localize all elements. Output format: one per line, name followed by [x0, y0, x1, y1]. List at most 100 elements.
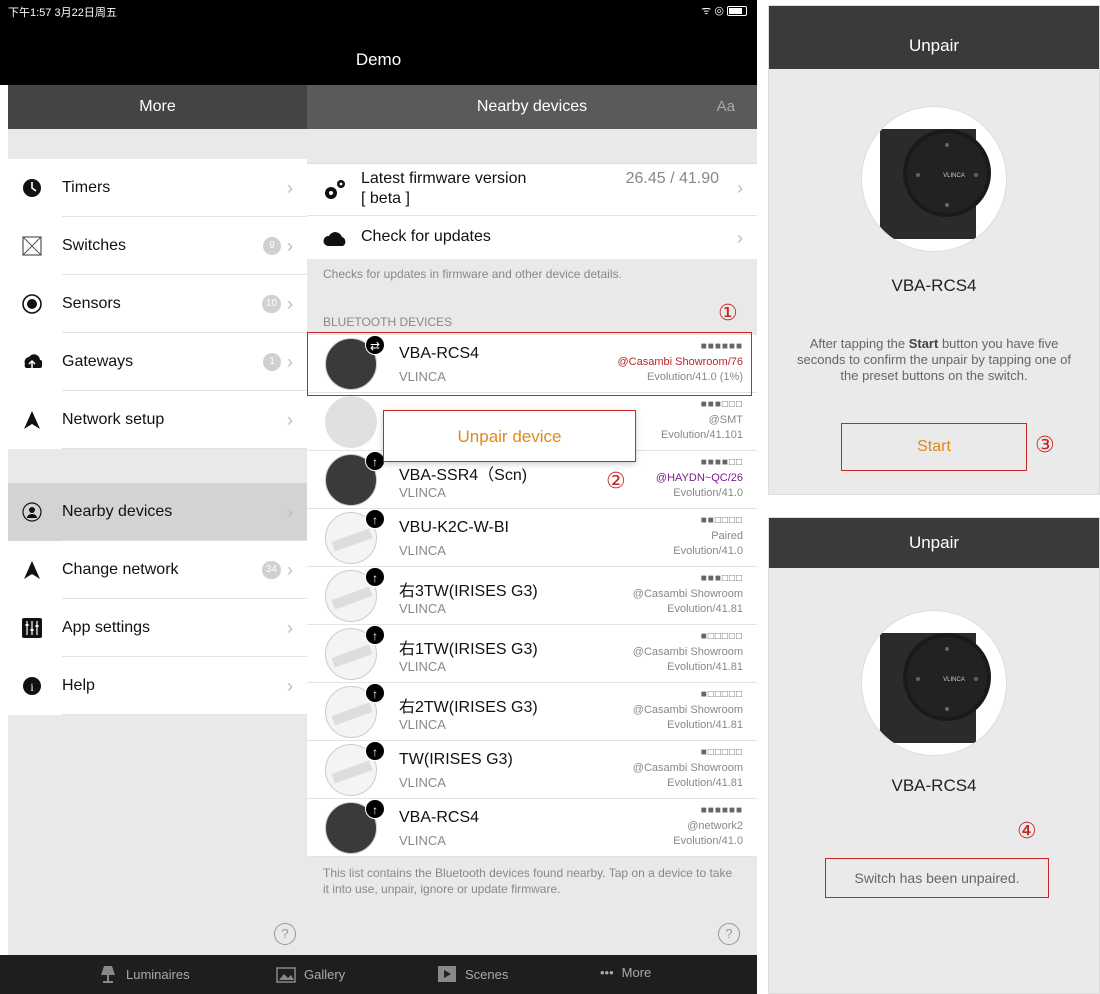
device-network: @network2 [687, 820, 743, 832]
device-network: @Casambi Showroom [632, 646, 743, 658]
status-bar: 下午1:57 3月22日周五 ᯤ ◎ [0, 0, 757, 20]
menu-item-change-network[interactable]: Change network 34 › [8, 541, 307, 599]
signal-strength: ■□□□□□ [700, 631, 743, 642]
device-vendor: VLINCA [399, 717, 446, 732]
menu-label: Help [62, 677, 95, 694]
device-row[interactable]: ⇄ VBA-RCS4 VLINCA ■■■■■■ @Casambi Showro… [307, 335, 757, 393]
firmware-row[interactable]: Latest firmware version [ beta ] 26.45 /… [307, 163, 757, 215]
settings-icon [22, 618, 42, 638]
tab-label: More [621, 965, 652, 980]
step-marker-1: ① [718, 300, 738, 325]
tab-more[interactable]: ••• More [600, 965, 651, 980]
device-vendor: VLINCA [399, 775, 446, 790]
device-name: 右2TW(IRISES G3) [399, 699, 538, 716]
menu-item-help[interactable]: i Help › [8, 657, 307, 715]
device-name: VBU-K2C-W-BI [399, 519, 509, 536]
chevron-right-icon: › [287, 410, 293, 430]
update-arrow-icon: ↑ [365, 799, 385, 819]
more-pane: More Timers › Switches 9 › Sensors 10 › [8, 85, 307, 955]
clock-icon [22, 178, 42, 198]
chevron-right-icon: › [287, 618, 293, 638]
count-badge: 9 [263, 237, 281, 255]
count-badge: 34 [261, 561, 281, 579]
menu-label: Nearby devices [62, 503, 173, 520]
tab-bar: Luminaires Gallery Scenes ••• More [0, 955, 757, 994]
scenes-icon [437, 965, 457, 983]
panel-title: Unpair [769, 6, 1099, 69]
device-network: @SMT [708, 414, 743, 426]
menu-item-gateways[interactable]: Gateways 1 › [8, 333, 307, 391]
menu-item-sensors[interactable]: Sensors 10 › [8, 275, 307, 333]
panel-instructions: After tapping the Start button you have … [797, 336, 1071, 383]
count-badge: 1 [263, 353, 281, 371]
help-question-icon[interactable]: ? [718, 923, 740, 945]
tab-label: Scenes [465, 966, 509, 982]
device-name: VBA-RCS4 [399, 809, 480, 826]
device-firmware: Evolution/41.0 [673, 835, 743, 847]
help-question-icon[interactable]: ? [274, 923, 296, 945]
signal-strength: ■□□□□□ [700, 689, 743, 700]
device-name: 右3TW(IRISES G3) [399, 583, 538, 600]
menu-item-app-settings[interactable]: App settings › [8, 599, 307, 657]
menu-item-nearby-devices[interactable]: Nearby devices › [8, 483, 307, 541]
signal-strength: ■■■■■■ [700, 805, 743, 816]
firmware-beta: [ beta ] [361, 190, 410, 207]
firmware-version: 26.45 / 41.90 [625, 170, 719, 187]
device-row[interactable]: ↑ 右3TW(IRISES G3) VLINCA ■■■□□□ @Casambi… [307, 567, 757, 625]
device-firmware: Evolution/41.81 [667, 661, 743, 673]
menu-item-switches[interactable]: Switches 9 › [8, 217, 307, 275]
update-arrow-icon: ↑ [365, 683, 385, 703]
network-icon [22, 410, 42, 430]
chevron-right-icon: › [737, 178, 743, 198]
switch-photo: VLINCA [861, 610, 1007, 756]
more-header: More [8, 85, 307, 129]
step-marker-2: ② [606, 468, 626, 493]
device-row[interactable]: ↑ VBU-K2C-W-BI VLINCA ■■□□□□ Paired Evol… [307, 509, 757, 567]
device-network: Paired [711, 530, 743, 542]
device-firmware: Evolution/41.0 (1%) [647, 371, 743, 383]
tab-gallery[interactable]: Gallery [276, 965, 345, 983]
tab-luminaires[interactable]: Luminaires [98, 965, 190, 983]
menu-label: App settings [62, 619, 151, 636]
device-row[interactable]: ↑ 右2TW(IRISES G3) VLINCA ■□□□□□ @Casambi… [307, 683, 757, 741]
sensor-icon [22, 294, 42, 314]
app-header: Demo [0, 20, 757, 85]
menu-item-network-setup[interactable]: Network setup › [8, 391, 307, 449]
device-vendor: VLINCA [399, 369, 446, 384]
start-button[interactable]: Start [841, 423, 1027, 471]
device-vendor: VLINCA [399, 543, 446, 558]
change-network-icon [22, 560, 42, 580]
device-firmware: Evolution/41.81 [667, 777, 743, 789]
chevron-right-icon: › [287, 178, 293, 198]
update-arrow-icon: ↑ [365, 741, 385, 761]
device-network: @HAYDN~QC/26 [655, 472, 743, 484]
chevron-right-icon: › [287, 236, 293, 256]
device-firmware: Evolution/41.81 [667, 719, 743, 731]
panel-device-name: VBA-RCS4 [891, 776, 977, 795]
step-marker-4: ④ [1017, 818, 1037, 843]
app-title: Demo [355, 50, 402, 69]
device-vendor: VLINCA [399, 601, 446, 616]
chevron-right-icon: › [287, 502, 293, 522]
device-firmware: Evolution/41.101 [661, 429, 743, 441]
battery-icon [727, 5, 747, 16]
switch-icon [22, 236, 42, 256]
chevron-right-icon: › [737, 228, 743, 248]
device-row[interactable]: ↑ 右1TW(IRISES G3) VLINCA ■□□□□□ @Casambi… [307, 625, 757, 683]
menu-item-timers[interactable]: Timers › [8, 159, 307, 217]
tab-scenes[interactable]: Scenes [437, 965, 508, 983]
panel-device-name: VBA-RCS4 [891, 276, 977, 295]
update-arrow-icon: ↑ [365, 567, 385, 587]
device-row[interactable]: ↑ TW(IRISES G3) VLINCA ■□□□□□ @Casambi S… [307, 741, 757, 799]
device-row[interactable]: ↑ VBA-RCS4 VLINCA ■■■■■■ @network2 Evolu… [307, 799, 757, 857]
check-updates-label: Check for updates [361, 228, 491, 245]
lamp-icon [98, 965, 118, 983]
unpair-device-button[interactable]: Unpair device [383, 410, 636, 462]
update-arrow-icon: ↑ [365, 509, 385, 529]
menu-label: Switches [62, 237, 127, 254]
pair-status-icon: ⇄ [365, 335, 385, 355]
device-firmware: Evolution/41.0 [673, 545, 743, 557]
status-time: 下午1:57 3月22日周五 [8, 7, 117, 19]
check-updates-row[interactable]: Check for updates › [307, 215, 757, 259]
text-size-button[interactable]: Aa [717, 85, 735, 129]
